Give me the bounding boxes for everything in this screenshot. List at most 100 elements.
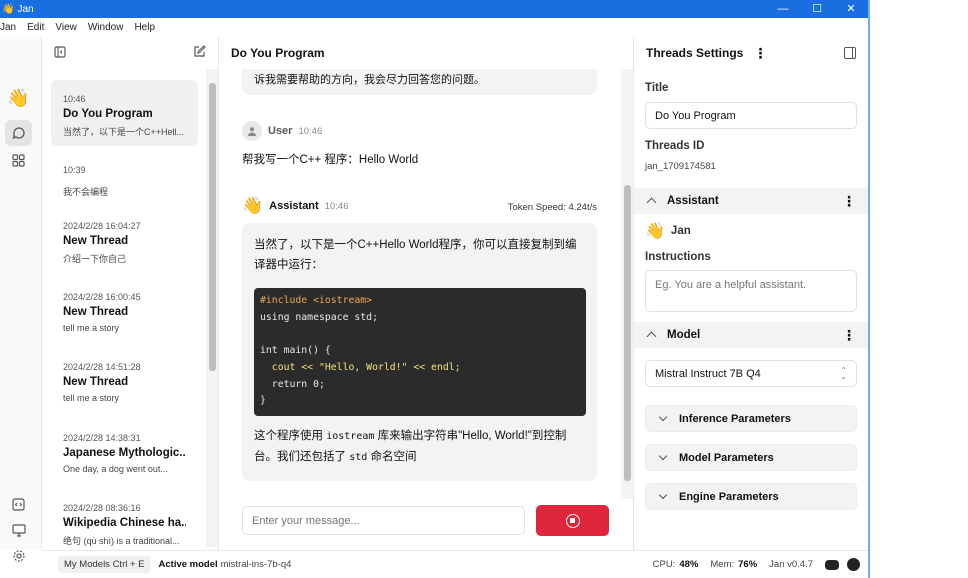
thread-list: 10:46 Do You Program 当然了，以下是一个C++Hell...…	[42, 69, 208, 547]
inference-parameters-accordion[interactable]: Inference Parameters	[645, 405, 857, 432]
app-title: 👋 Jan	[0, 4, 34, 15]
chevron-down-icon	[658, 490, 668, 500]
menu-help[interactable]: Help	[134, 22, 155, 33]
thread-time: 2024/2/28 16:00:45	[63, 292, 141, 302]
assistant-message: 当然了，以下是一个C++Hello World程序，你可以直接复制到编译器中运行…	[242, 223, 597, 481]
thread-name: New Thread	[63, 306, 129, 318]
icon-sidebar: 👋	[0, 37, 42, 562]
code-icon[interactable]	[5, 491, 32, 517]
thread-item[interactable]: 2024/2/28 14:38:31 Japanese Mythologic..…	[51, 419, 198, 485]
assistant-avatar-icon: 👋	[242, 196, 264, 215]
assistant-intro-text: 当然了，以下是一个C++Hello World程序，你可以直接复制到编译器中运行…	[254, 239, 577, 271]
github-icon[interactable]	[847, 558, 860, 571]
chevron-up-icon	[646, 331, 657, 342]
thread-name: New Thread	[63, 235, 129, 247]
menu-view[interactable]: View	[55, 22, 77, 33]
instructions-textarea[interactable]: Eg. You are a helpful assistant.	[645, 270, 857, 312]
thread-id-value: jan_1709174581	[645, 161, 716, 172]
thread-snippet: 当然了，以下是一个C++Hell...	[63, 127, 185, 137]
thread-snippet: 我不会编程	[63, 187, 109, 197]
thread-snippet: tell me a story	[63, 323, 120, 333]
explanation-text: 这个程序使用	[254, 430, 327, 442]
collapse-panel-icon[interactable]	[844, 47, 856, 59]
assistant-more-icon[interactable]: ⋮	[842, 193, 856, 210]
thread-time: 2024/2/28 08:36:16	[63, 503, 141, 513]
menu-window[interactable]: Window	[88, 22, 124, 33]
chat-scrollbar[interactable]	[621, 69, 633, 499]
model-parameters-accordion[interactable]: Model Parameters	[645, 444, 857, 471]
assistant-section-header[interactable]: Assistant ⋮	[634, 188, 868, 214]
more-options-icon[interactable]: ⋮	[753, 45, 767, 62]
assistant-selected-name: Jan	[670, 225, 691, 237]
model-select-value: Mistral Instruct 7B Q4	[655, 367, 761, 380]
window-controls: — ☐ ✕	[766, 0, 868, 18]
message-input[interactable]	[242, 506, 525, 535]
code-block[interactable]: #include <iostream> using namespace std;…	[254, 288, 586, 416]
updown-chevron-icon: ⌃ ⌄	[840, 365, 847, 381]
desktop-background	[868, 0, 968, 578]
settings-header: Threads Settings ⋮	[634, 37, 868, 69]
thread-time: 2024/2/28 16:04:27	[63, 221, 141, 231]
model-section-header[interactable]: Model ⋮	[634, 322, 868, 348]
thread-snippet: 介绍一下你自己	[63, 254, 127, 264]
model-parameters-label: Model Parameters	[679, 451, 774, 464]
model-more-icon[interactable]: ⋮	[842, 327, 856, 344]
code-line: return 0;	[260, 378, 325, 390]
thread-list-header	[42, 37, 218, 69]
user-avatar-icon	[242, 121, 262, 141]
stop-button[interactable]	[536, 505, 609, 536]
thread-item[interactable]: 2024/2/28 16:00:45 New Thread tell me a …	[51, 278, 198, 344]
engine-parameters-label: Engine Parameters	[679, 490, 779, 503]
model-section-title: Model	[667, 329, 701, 341]
chevron-down-icon	[658, 412, 668, 422]
my-models-button[interactable]: My Models Ctrl + E	[58, 556, 151, 573]
thread-item[interactable]: 2024/2/28 08:36:16 Wikipedia Chinese ha.…	[51, 489, 198, 547]
maximize-button[interactable]: ☐	[800, 0, 834, 18]
cpu-label: CPU:	[652, 559, 676, 570]
menu-jan[interactable]: Jan	[0, 22, 16, 33]
assistant-icon: 👋	[645, 223, 665, 240]
thread-snippet: tell me a story	[63, 393, 120, 403]
title-input[interactable]: Do You Program	[645, 102, 857, 129]
user-name: User	[268, 125, 293, 137]
engine-parameters-accordion[interactable]: Engine Parameters	[645, 483, 857, 510]
grid-icon[interactable]	[5, 147, 32, 173]
thread-time: 10:39	[63, 165, 86, 175]
user-message-text: 帮我写一个C++ 程序：Hello World	[242, 154, 419, 166]
minimize-button[interactable]: —	[766, 0, 800, 18]
token-speed: Token Speed: 4.24t/s	[507, 202, 597, 213]
thread-time: 10:46	[63, 94, 86, 104]
discord-icon[interactable]	[825, 559, 839, 570]
inline-code: std	[349, 452, 368, 463]
thread-time: 2024/2/28 14:38:31	[63, 433, 141, 443]
chat-icon[interactable]	[5, 120, 32, 146]
thread-name: Wikipedia Chinese ha...	[63, 517, 186, 529]
thread-item[interactable]: 2024/2/28 14:51:28 New Thread tell me a …	[51, 348, 198, 414]
instructions-label: Instructions	[645, 251, 711, 263]
thread-list-panel: 10:46 Do You Program 当然了，以下是一个C++Hell...…	[42, 37, 219, 550]
new-thread-icon[interactable]	[193, 45, 206, 61]
thread-list-scrollbar[interactable]	[206, 69, 218, 547]
chat-title: Do You Program	[231, 46, 325, 60]
thread-item[interactable]: 10:46 Do You Program 当然了，以下是一个C++Hell...	[51, 80, 198, 146]
title-bar: 👋 Jan — ☐ ✕	[0, 0, 868, 18]
menu-edit[interactable]: Edit	[27, 22, 44, 33]
stop-icon	[565, 513, 580, 528]
assistant-message-time: 10:46	[324, 200, 349, 212]
code-line: }	[260, 395, 266, 407]
system-stats: CPU: 48% Mem: 76% Jan v0.4.7	[653, 558, 868, 571]
settings-title: Threads Settings	[646, 46, 744, 60]
mem-label: Mem:	[710, 559, 735, 570]
inline-code: iostream	[326, 431, 375, 442]
collapse-sidebar-icon[interactable]	[54, 45, 66, 61]
model-select[interactable]: Mistral Instruct 7B Q4 ⌃ ⌄	[645, 360, 857, 387]
app-icon: 👋	[2, 3, 15, 15]
thread-name: New Thread	[63, 376, 129, 388]
code-line: int main() {	[260, 345, 331, 357]
monitor-icon[interactable]	[5, 517, 32, 543]
close-button[interactable]: ✕	[834, 0, 868, 18]
gear-icon[interactable]	[5, 543, 32, 569]
active-model-value: mistral-ins-7b-q4	[220, 559, 292, 570]
thread-item[interactable]: 2024/2/28 16:04:27 New Thread 介绍一下你自己	[51, 207, 198, 273]
chat-messages: 诉我需要帮助的方向，我会尽力回答您的问题。 User 10:46 帮我写一个C+…	[219, 69, 622, 499]
